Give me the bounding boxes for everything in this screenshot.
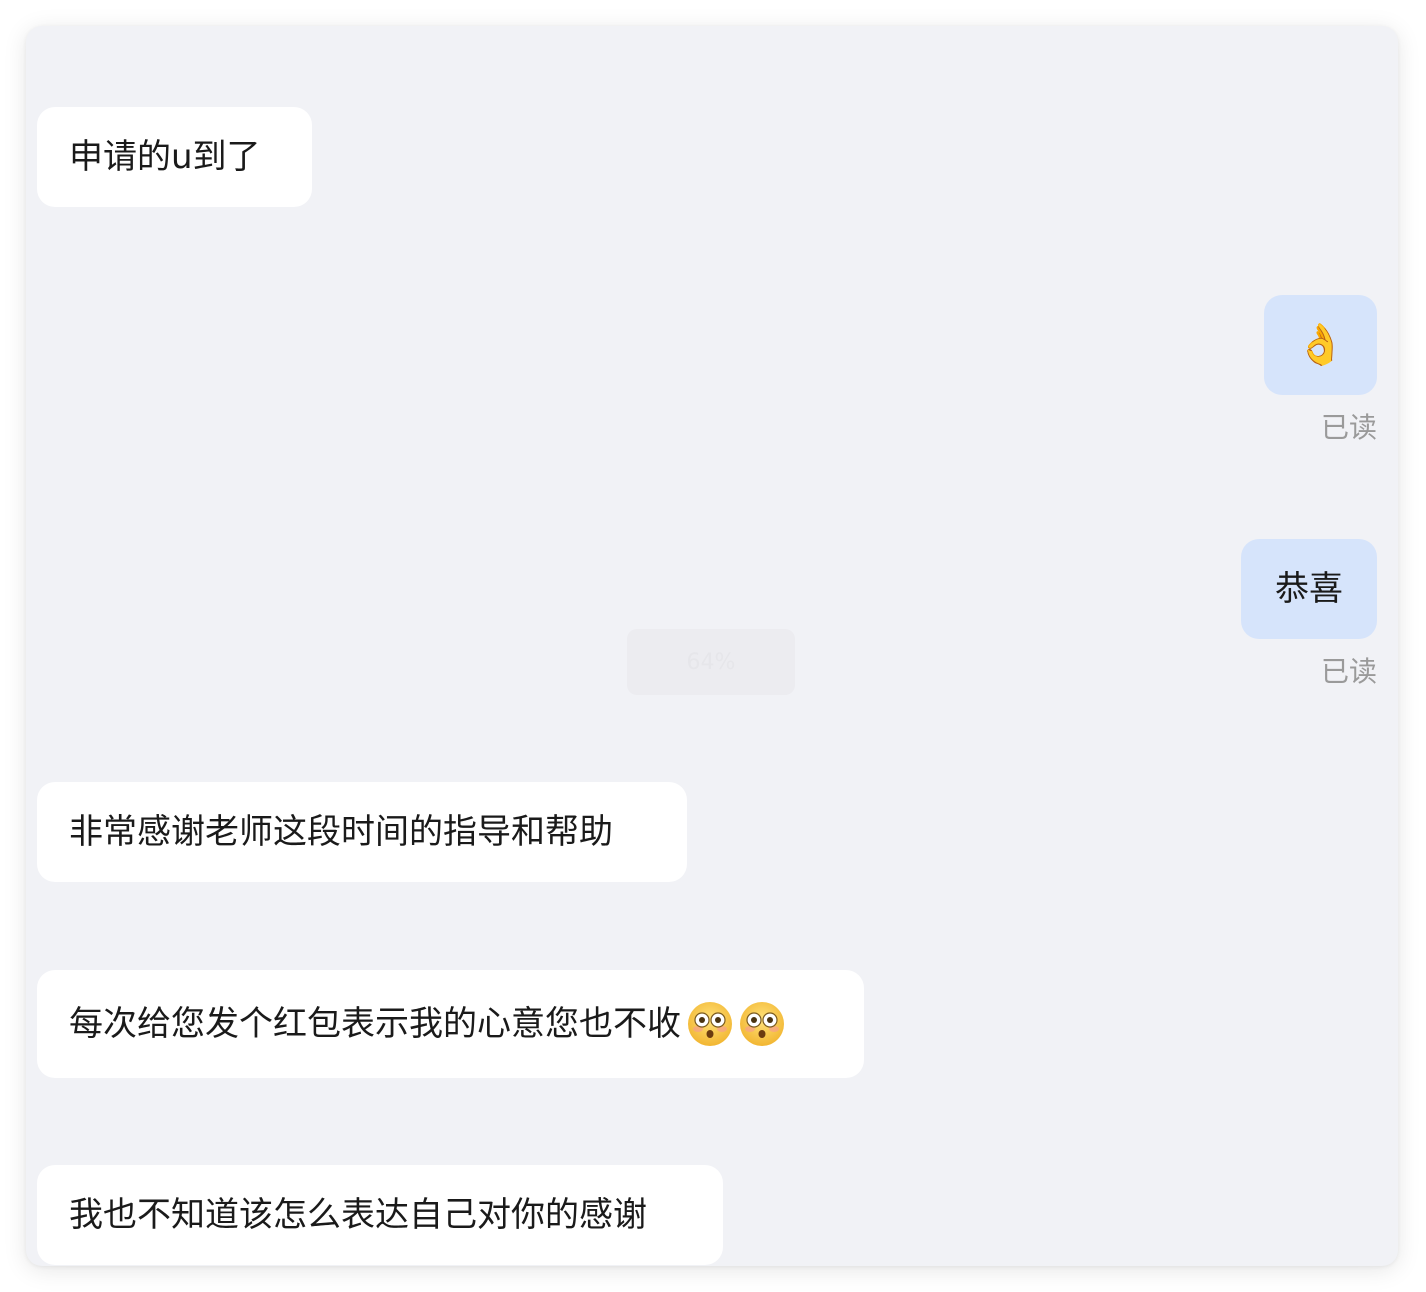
message-bubble-incoming[interactable]: 申请的u到了 (37, 107, 312, 207)
progress-toast: 64% (627, 629, 795, 695)
message-bubble-incoming[interactable]: 每次给您发个红包表示我的心意您也不收 (37, 970, 864, 1078)
progress-label: 64% (686, 649, 736, 675)
message-bubble-incoming[interactable]: 非常感谢老师这段时间的指导和帮助 (37, 782, 687, 882)
message-text: 恭喜 (1275, 569, 1343, 609)
flushed-face-icon (688, 1002, 732, 1046)
message-text: 非常感谢老师这段时间的指导和帮助 (69, 812, 613, 852)
message-bubble-outgoing[interactable]: 👌 (1264, 295, 1377, 395)
ok-hand-icon: 👌 (1295, 322, 1346, 368)
chat-panel: 申请的u到了 👌 已读 恭喜 已读 64% 非常感谢老师这段时间的指导和帮助 每… (26, 26, 1398, 1266)
message-bubble-incoming[interactable]: 我也不知道该怎么表达自己对你的感谢 (37, 1165, 723, 1265)
message-bubble-outgoing[interactable]: 恭喜 (1241, 539, 1377, 639)
read-status: 已读 (1320, 655, 1377, 688)
message-text: 申请的u到了 (69, 137, 261, 177)
message-text: 每次给您发个红包表示我的心意您也不收 (69, 1004, 681, 1044)
read-status: 已读 (1320, 411, 1377, 444)
message-text: 我也不知道该怎么表达自己对你的感谢 (69, 1195, 647, 1235)
flushed-face-icon (740, 1002, 784, 1046)
